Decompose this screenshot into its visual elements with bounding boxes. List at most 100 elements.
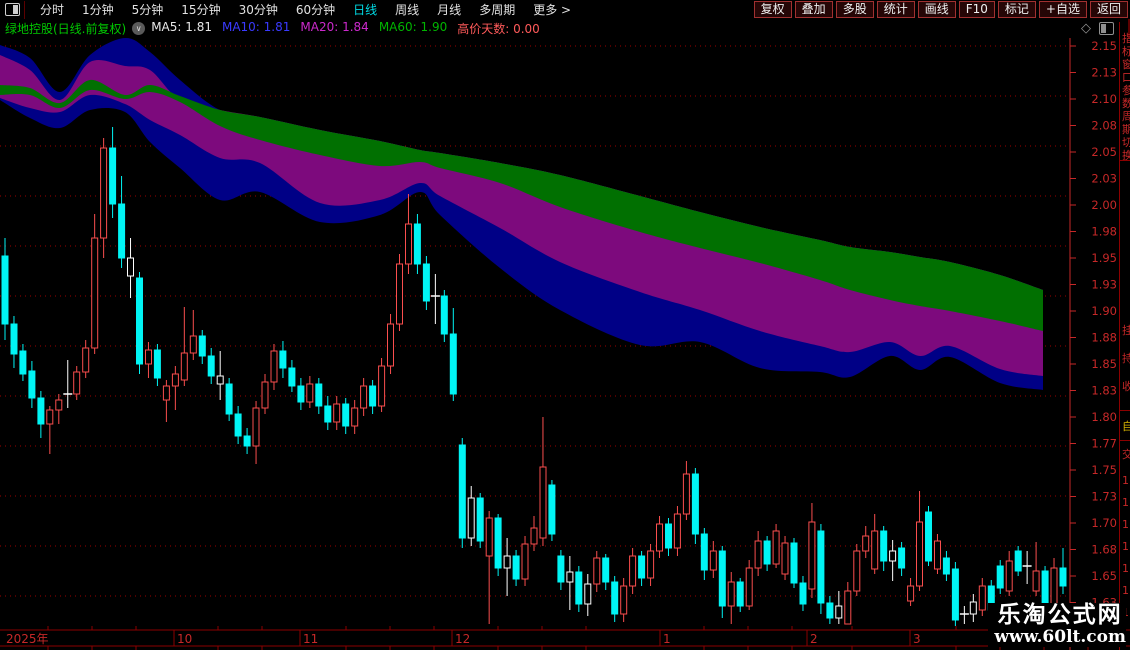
strip-divider: [1120, 440, 1130, 441]
candle-down-body: [700, 533, 708, 571]
candle-up-body: [539, 466, 547, 539]
axis-label: 2.13: [1091, 66, 1117, 80]
candle-doji-body: [127, 257, 134, 277]
axis-label: 2.08: [1091, 119, 1117, 133]
candle-down-body: [324, 405, 332, 423]
candle-up-body: [844, 590, 852, 625]
candle-up-body: [378, 365, 386, 407]
candle-down-body: [207, 355, 215, 377]
candle-up-body: [682, 473, 690, 515]
candle-down-body: [942, 557, 950, 575]
clipped-label: 收: [1122, 378, 1130, 394]
month-label: 3: [913, 632, 921, 646]
candle-down-body: [458, 444, 466, 539]
clipped-price-digit: 1: [1122, 496, 1129, 509]
candle-up-body: [252, 407, 260, 447]
candle-down-body: [817, 530, 825, 604]
candle-doji-body: [889, 550, 897, 562]
candle-up-body: [387, 323, 394, 367]
candle-up-body: [360, 385, 368, 409]
candle-up-body: [727, 581, 735, 607]
candle-up-body: [629, 555, 637, 587]
candle-down-body: [279, 350, 287, 369]
candle-up-body: [162, 385, 170, 401]
candle-up-body: [853, 550, 861, 592]
month-label: 1: [663, 632, 671, 646]
candle-up-body: [647, 550, 655, 579]
candle-up-body: [709, 550, 717, 571]
candle-down-body: [925, 511, 932, 562]
axis-label: 1.73: [1091, 490, 1117, 504]
candle-up-body: [261, 381, 269, 409]
candle-down-body: [234, 413, 242, 437]
candle-up-body: [405, 223, 412, 265]
candle-up-body: [808, 521, 816, 590]
axis-label: 1.83: [1091, 384, 1117, 398]
candle-down-body: [476, 497, 484, 542]
axis-label: 1.70: [1091, 516, 1117, 530]
candle-down-body: [19, 350, 27, 375]
candle-up-body: [189, 335, 197, 354]
clipped-label: 交: [1122, 446, 1130, 462]
candle-up-body: [934, 540, 941, 570]
candle-down-body: [440, 295, 448, 335]
candle-up-body: [916, 521, 923, 587]
axis-label: 1.80: [1091, 410, 1117, 424]
candle-up-body: [1005, 560, 1013, 592]
candle-down-body: [288, 367, 296, 387]
stock-app-window: 分时 1分钟 5分钟 15分钟 30分钟 60分钟 日线 周线 月线 多周期 更多 > 复权 叠加 多股…: [0, 0, 1130, 650]
candle-up-body: [656, 523, 663, 552]
candle-down-body: [575, 571, 583, 605]
candle-up-body: [82, 347, 90, 373]
candle-down-body: [153, 349, 161, 379]
candle-down-body: [763, 540, 771, 565]
strip-divider: [1120, 410, 1130, 411]
candle-up-body: [306, 383, 314, 403]
axis-label: 1.85: [1091, 357, 1117, 371]
candle-down-body: [37, 397, 45, 425]
watermark-site-url: www.60lt.com: [994, 627, 1126, 647]
candle-up-body: [593, 557, 601, 585]
candle-up-body: [781, 542, 789, 575]
candle-up-body: [871, 530, 879, 570]
candle-up-body: [55, 399, 63, 411]
candle-up-body: [521, 543, 529, 580]
clipped-label: 挂: [1122, 322, 1130, 338]
candle-up-body: [978, 585, 986, 611]
candlestick-chart[interactable]: 2.15 2.13 2.10 2.08 2.05 2.03 2.00 1.98 1.95 1.93…: [0, 0, 1130, 650]
axis-label: 1.65: [1091, 569, 1117, 583]
candle-down-body: [315, 383, 323, 407]
axis-label: 1.68: [1091, 543, 1117, 557]
candle-up-body: [333, 403, 341, 423]
watermark-site-name: 乐淘公式网: [997, 602, 1123, 628]
candle-down-body: [512, 555, 520, 580]
clipped-label: 持: [1122, 350, 1130, 366]
candle-down-body: [243, 435, 251, 447]
candle-down-body: [369, 385, 377, 407]
candle-up-body: [1032, 570, 1040, 592]
candle-down-body: [297, 385, 305, 403]
clipped-price-digit: 1: [1122, 518, 1129, 531]
month-label: 11: [303, 632, 318, 646]
candle-down-body: [638, 555, 646, 579]
axis-label: 2.15: [1091, 39, 1117, 53]
candle-down-body: [1041, 570, 1049, 605]
candle-doji-body: [566, 571, 574, 583]
candle-up-body: [620, 585, 628, 615]
axis-label: 1.98: [1091, 225, 1117, 239]
candle-down-body: [10, 323, 18, 355]
clipped-quote-panel[interactable]: 指标窗口参数周期切换挂持收自交1111111: [1119, 22, 1130, 650]
candle-doji-body: [467, 497, 475, 539]
month-label: 2025年: [6, 632, 49, 646]
month-label: 10: [177, 632, 192, 646]
candle-down-body: [611, 581, 619, 615]
candle-down-body: [996, 565, 1004, 589]
axis-label: 1.90: [1091, 304, 1117, 318]
candle-down-body: [1, 255, 9, 325]
candle-down-body: [799, 582, 807, 605]
candle-doji-body: [835, 605, 843, 619]
candle-down-body: [198, 335, 206, 357]
candle-up-body: [485, 517, 493, 557]
candle-down-body: [557, 555, 565, 583]
candle-up-body: [907, 585, 915, 602]
